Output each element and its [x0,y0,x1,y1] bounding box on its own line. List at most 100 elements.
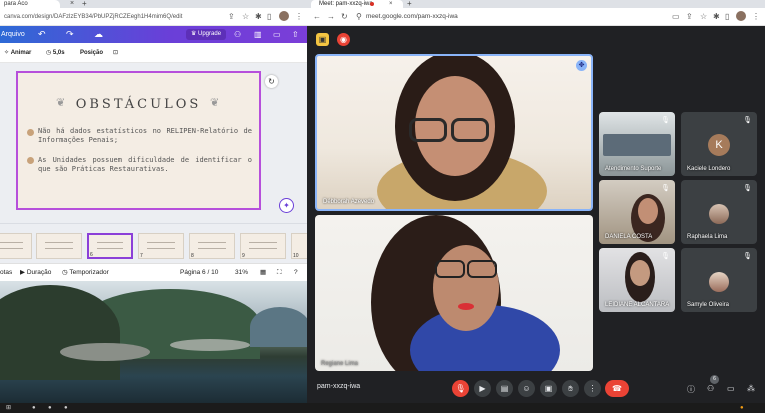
activities-icon[interactable]: ⁂ [747,384,755,393]
undo-icon[interactable]: ↶ [38,28,46,41]
pin-icon[interactable]: ✥ [576,60,587,71]
notification-icon[interactable]: ● [740,404,744,412]
participant-tile[interactable]: K 🎙︎ Kaciele Londero [681,112,757,176]
page-indicator[interactable]: Página 6 / 10 [180,267,218,279]
animate-label: Animar [10,50,32,56]
notes-button[interactable]: otas [0,267,12,279]
share-icon[interactable]: ⇪ [228,11,235,23]
duration-button[interactable]: ◷ 5,0s [46,47,65,59]
close-tab-icon[interactable]: × [389,0,393,8]
participant-avatar [709,272,729,292]
page-thumbnail[interactable]: 8 [189,233,235,259]
position-button[interactable]: Posição [80,47,103,59]
menu-kebab-icon[interactable]: ⋮ [752,11,760,23]
slide-bullet-2[interactable]: As Unidades possuem dificuldade de ident… [38,156,252,174]
upgrade-button[interactable]: ♛ Upgrade [186,29,226,40]
participant-tile[interactable]: Regiane Lima [315,215,593,371]
meet-window: Meet: pam-xxzq-iwa × + ← → ↻ ⚲ meet.goog… [307,0,765,403]
fullscreen-icon[interactable]: ⛶ [277,267,282,279]
animate-button[interactable]: ✧ Animar [4,47,31,59]
mic-off-icon[interactable]: 🎙︎ [452,380,469,397]
profile-avatar[interactable] [279,11,289,21]
taskbar-app-icon[interactable]: ● [64,404,68,412]
page-thumbnail[interactable]: 7 [138,233,184,259]
refresh-icon[interactable]: ↻ [265,75,278,88]
lock-icon[interactable]: ⊡ [113,47,118,59]
file-menu[interactable]: Arquivo [1,28,25,41]
forward-icon[interactable]: → [327,11,335,23]
menu-kebab-icon[interactable]: ⋮ [295,11,303,23]
site-info-icon[interactable]: ⚲ [356,11,362,23]
people-icon[interactable]: ⚇ [707,384,714,393]
hand-icon[interactable]: ✋︎ [562,380,579,397]
participant-name: Raphaela Lima [687,234,728,240]
meet-url-field[interactable]: meet.google.com/pam-xxzq-iwa [366,11,458,23]
page-thumbnail[interactable] [36,233,82,259]
chat-icon[interactable]: ▭ [727,384,735,393]
zoom-level[interactable]: 31% [235,267,248,279]
emoji-icon[interactable]: ☺ [518,380,535,397]
collaborate-icon[interactable]: ⚇ [234,28,241,41]
participant-tile[interactable]: 🎙︎ Atendimento Suporte [599,112,675,176]
participant-tile-speaker[interactable]: ✥ Débborah Azevedo [315,54,593,211]
back-icon[interactable]: ← [313,11,321,23]
participant-tile[interactable]: 🎙︎ DANIELA COSTA [599,180,675,244]
position-label: Posição [80,50,104,56]
extensions-icon[interactable]: ✱ [713,11,720,23]
new-tab-icon[interactable]: + [407,0,412,8]
classroom-scene [603,134,671,156]
close-tab-icon[interactable]: × [70,0,74,8]
grid-view-icon[interactable]: ▦ [260,267,266,279]
redo-icon[interactable]: ↷ [66,28,74,41]
leaf-ornament-icon: ❦ [210,97,220,109]
info-icon[interactable]: ⓘ [687,384,695,395]
cloud-saved-icon[interactable]: ☁ [94,28,103,41]
help-icon[interactable]: ? [294,267,298,279]
start-icon[interactable]: ⊞ [6,404,11,412]
page-thumbnail[interactable]: 10 [291,233,307,259]
hangup-icon[interactable]: ☎ [605,380,629,397]
left-url-field[interactable]: canva.com/design/DAFzlzEYB34/PbUPZjRCZEe… [4,11,224,23]
participant-tile[interactable]: 🎙︎ Samyle Oliveira [681,248,757,312]
comment-icon[interactable]: ▭ [273,28,281,41]
duration-bottom-button[interactable]: ▶ Duração [20,267,51,279]
participant-face [638,198,658,224]
slide-title[interactable]: OBSTÁCULOS [18,97,259,112]
captions-icon[interactable]: ▤ [496,380,513,397]
thumb-number: 6 [90,252,93,258]
participant-name: Atendimento Suporte [605,166,662,172]
participant-tile[interactable]: 🎙︎ Raphaela Lima [681,180,757,244]
mic-off-icon: 🎙︎ [743,117,752,124]
present-icon[interactable]: ▣ [540,380,557,397]
camera-icon[interactable]: ▶ [474,380,491,397]
slide[interactable]: ❦ OBSTÁCULOS ❦ Não há dados estatísticos… [16,71,261,210]
more-icon[interactable]: ⋮ [584,380,601,397]
timer-button[interactable]: ◷ Temporizador [62,267,109,279]
profile-avatar[interactable] [736,11,746,21]
sidepanel-icon[interactable]: ▯ [725,11,729,23]
new-tab-icon[interactable]: + [82,0,87,8]
share-icon[interactable]: ⇪ [686,11,693,23]
recording-icon[interactable]: ◉ [337,33,350,46]
reload-icon[interactable]: ↻ [341,11,348,23]
magic-assistant-icon[interactable]: ✦ [279,198,294,213]
extensions-icon[interactable]: ✱ [255,11,262,23]
star-icon[interactable]: ☆ [700,11,707,23]
taskbar-app-icon[interactable]: ● [48,404,52,412]
participant-lips [458,303,474,310]
page-thumbnail[interactable]: 5 [0,233,32,259]
star-icon[interactable]: ☆ [242,11,249,23]
sidepanel-icon[interactable]: ▯ [267,11,271,23]
slide-bullet-1[interactable]: Não há dados estatísticos no RELIPEN-Rel… [38,127,252,145]
page-thumbnail-selected[interactable]: 6 [87,233,133,259]
camera-permission-icon[interactable]: ▭ [672,11,680,23]
insights-icon[interactable]: ▥ [254,28,262,41]
taskbar-app-icon[interactable]: ● [32,404,36,412]
participant-tile[interactable]: 🎙︎ LEIDIANE ALCANTARA [599,248,675,312]
meeting-code: pam-xxzq-iwa [317,383,361,390]
left-browser-tab[interactable]: para Aco [0,0,60,8]
notes-gemini-icon[interactable]: ▣ [316,33,329,46]
share-upload-icon[interactable]: ⇧ [292,28,299,41]
page-thumbnail[interactable]: 9 [240,233,286,259]
participant-face [630,260,650,286]
